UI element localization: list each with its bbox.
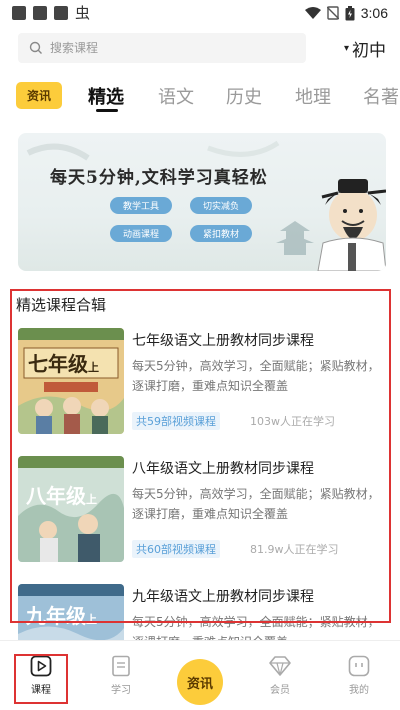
tab-geography[interactable]: 地理 <box>295 83 331 109</box>
tab-classics[interactable]: 名著 <box>363 83 399 109</box>
banner-pill: 切实减负 <box>190 197 252 214</box>
nav-label: 学习 <box>111 685 131 696</box>
notification-icon <box>12 6 26 20</box>
notification-icon <box>33 6 47 20</box>
nav-membership[interactable]: 会员 <box>255 655 305 696</box>
category-tabs: 资讯 精选 语文 历史 地理 名著 <box>0 82 400 118</box>
search-input[interactable] <box>50 41 280 55</box>
tab-history[interactable]: 历史 <box>226 83 262 109</box>
diamond-icon <box>269 656 291 676</box>
clock: 3:06 <box>360 5 388 21</box>
banner-title: 每天5分钟,文科学习真轻松 <box>50 168 268 188</box>
banner-pill: 教学工具 <box>110 197 172 214</box>
tab-chinese[interactable]: 语文 <box>158 83 194 109</box>
profile-icon <box>348 655 370 677</box>
battery-icon <box>345 5 355 20</box>
grade-selector[interactable]: ▾ 初中 <box>344 36 386 61</box>
tab-featured[interactable]: 精选 <box>88 83 124 109</box>
nav-label: 会员 <box>270 685 290 696</box>
app-notification-icon: 虫 <box>75 4 91 22</box>
news-badge-tab[interactable]: 资讯 <box>16 82 62 109</box>
search-bar[interactable] <box>18 33 306 63</box>
document-icon <box>112 655 130 677</box>
active-tab-indicator <box>96 109 118 112</box>
nav-label: 我的 <box>349 685 369 696</box>
notification-icon <box>54 6 68 20</box>
nav-news-button[interactable]: 资讯 <box>177 659 223 705</box>
highlight-frame <box>10 289 391 623</box>
highlight-frame <box>14 654 68 704</box>
no-sim-icon <box>326 6 339 20</box>
search-icon <box>29 41 42 54</box>
caret-down-icon: ▾ <box>343 43 349 54</box>
nav-profile[interactable]: 我的 <box>334 655 384 696</box>
banner-pill: 动画课程 <box>110 225 172 242</box>
status-bar: 虫 3:06 <box>0 0 400 28</box>
grade-selector-label: 初中 <box>352 41 386 61</box>
wifi-icon <box>304 7 321 19</box>
nav-study[interactable]: 学习 <box>96 655 146 696</box>
promo-banner[interactable]: 每天5分钟,文科学习真轻松 教学工具 切实减负 动画课程 紧扣教材 <box>18 133 386 271</box>
banner-pill: 紧扣教材 <box>190 225 252 242</box>
